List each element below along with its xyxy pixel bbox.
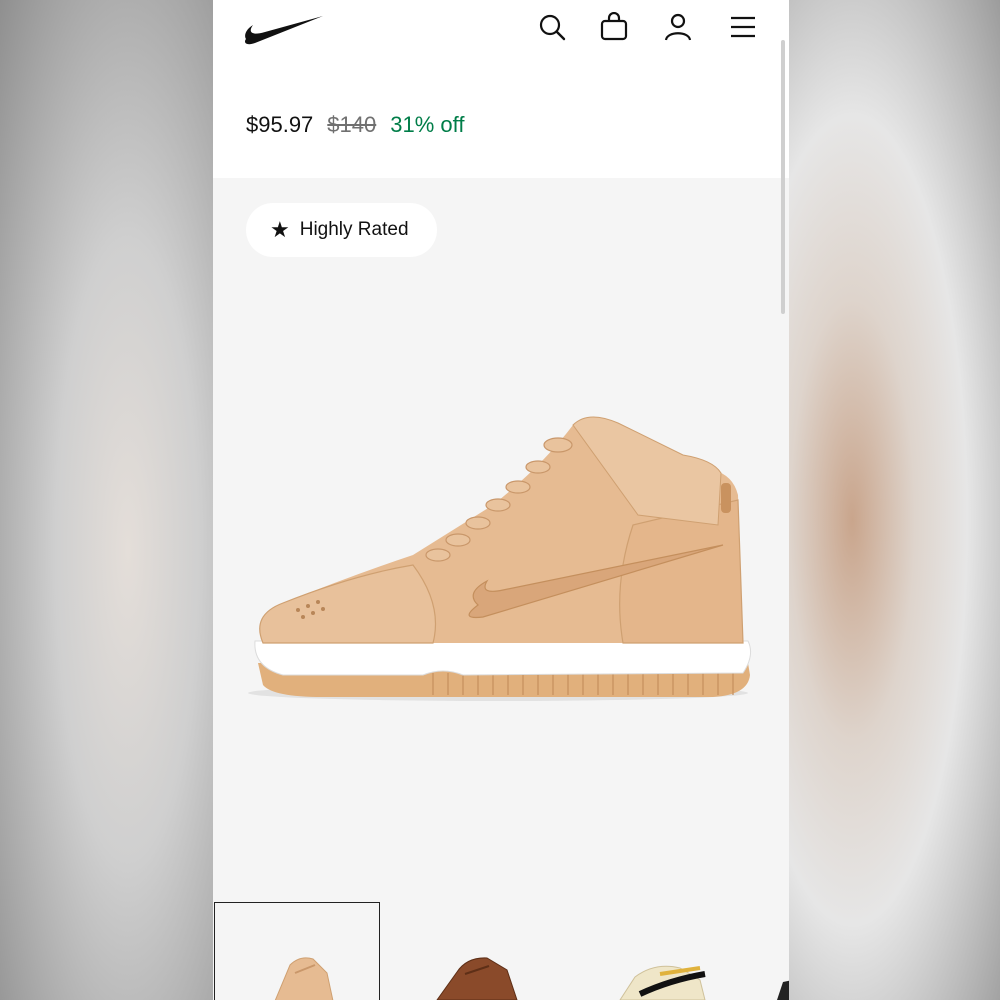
badge-label: Highly Rated: [299, 219, 409, 240]
scrollbar[interactable]: [781, 40, 785, 314]
discount-label: 31% off: [390, 112, 465, 137]
thumbnail-brown[interactable]: [387, 902, 553, 1000]
product-page: $95.97 $140 31% off ★ Highly Rated: [213, 0, 789, 1000]
nike-swoosh-icon[interactable]: [243, 12, 325, 46]
background-blur-right: [789, 0, 1000, 1000]
price-row: $95.97 $140 31% off: [246, 112, 464, 138]
highly-rated-badge: ★ Highly Rated: [246, 203, 437, 257]
thumbnail-brown-image: [436, 957, 518, 1000]
thumbnail-cream-black-image: [619, 965, 706, 1000]
background-blur-left: [0, 0, 213, 1000]
search-icon[interactable]: [537, 12, 567, 42]
bag-icon[interactable]: [599, 12, 629, 42]
thumbnail-more-image: [777, 980, 789, 1000]
current-price: $95.97: [246, 112, 314, 137]
user-icon[interactable]: [663, 12, 693, 42]
thumbnail-tan[interactable]: [214, 902, 380, 1000]
thumbnail-strip: [213, 902, 789, 1000]
header: $95.97 $140 31% off: [213, 0, 789, 178]
original-price: $140: [327, 112, 377, 137]
thumbnail-more[interactable]: [733, 902, 789, 1000]
menu-icon[interactable]: [728, 12, 758, 42]
thumbnail-tan-image: [274, 957, 334, 1000]
star-icon: ★: [270, 217, 290, 242]
product-image[interactable]: [243, 405, 763, 715]
thumbnail-cream-black[interactable]: [560, 902, 726, 1000]
